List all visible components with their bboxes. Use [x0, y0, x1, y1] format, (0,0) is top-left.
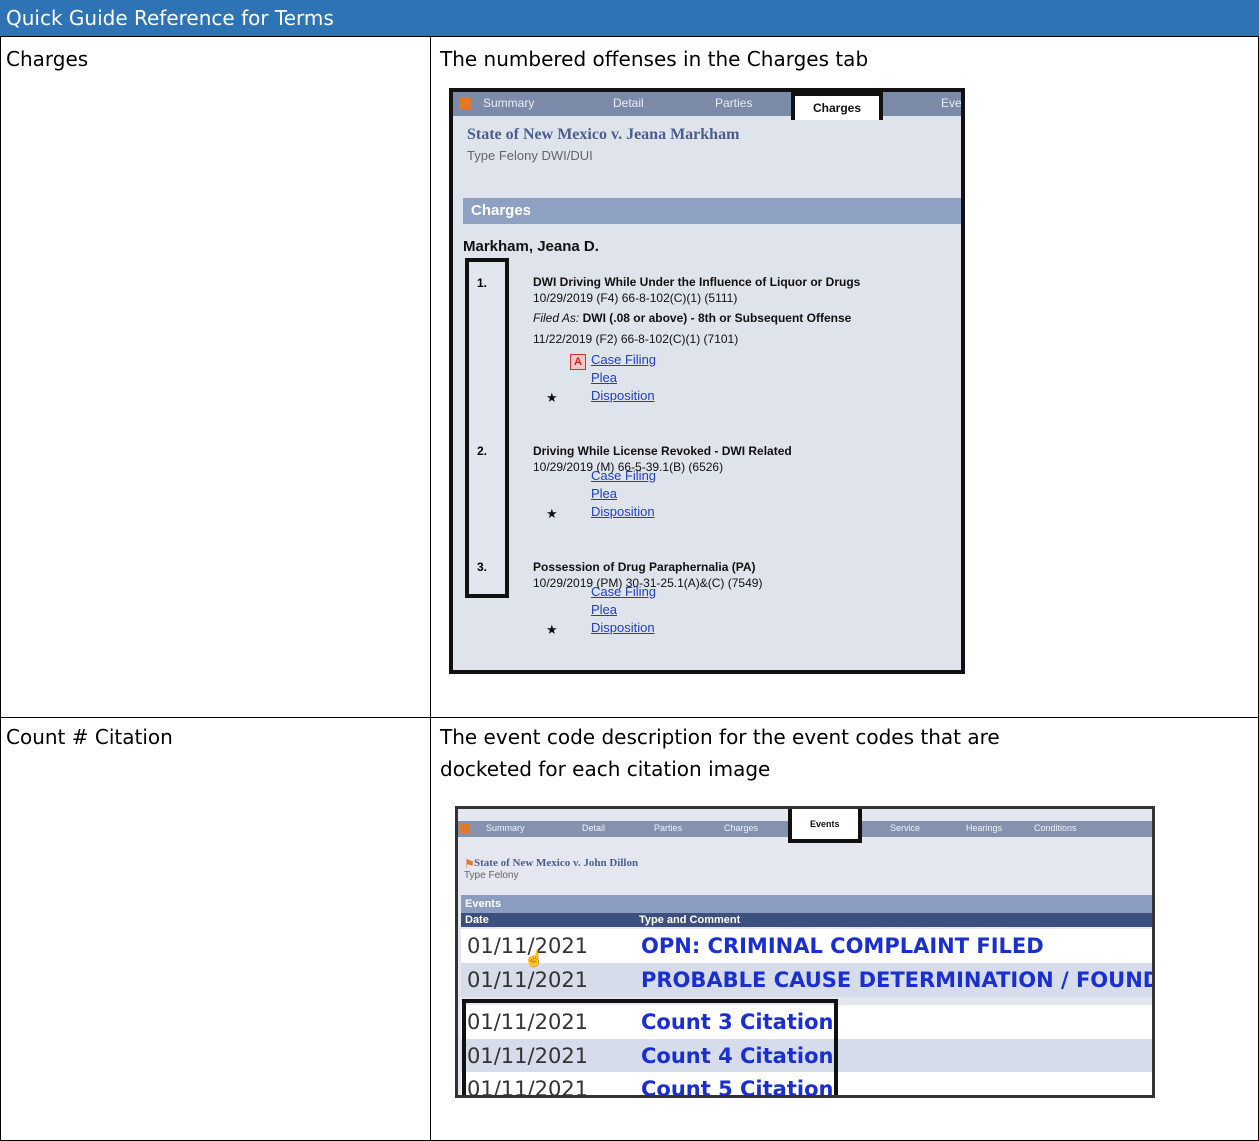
plea-link[interactable]: Plea — [591, 486, 617, 501]
amended-icon: A — [570, 354, 586, 370]
tab-charges[interactable]: Charges — [724, 823, 758, 833]
event-desc: OPN: CRIMINAL COMPLAINT FILED — [641, 934, 1044, 958]
case-title: State of New Mexico v. Jeana Markham — [467, 126, 740, 143]
case-filing-link[interactable]: Case Filing — [591, 352, 656, 367]
type-value: Felony — [488, 870, 519, 881]
tab-service[interactable]: Service — [890, 823, 920, 833]
event-row[interactable]: 01/11/2021 OPN: CRIMINAL COMPLAINT FILED — [461, 929, 1152, 963]
tab-events[interactable]: Eve — [941, 96, 961, 110]
table-border-left — [0, 36, 1, 1141]
filed-as-label: Filed As: — [533, 311, 580, 325]
tab-summary[interactable]: Summary — [483, 96, 534, 110]
flag-icon — [460, 824, 469, 833]
filed-as-value: DWI (.08 or above) - 8th or Subsequent O… — [582, 311, 852, 325]
charge-detail: 10/29/2019 (F4) 66-8-102(C)(1) (5111) — [533, 291, 738, 305]
tab-hearings[interactable]: Hearings — [966, 823, 1002, 833]
case-type: Type Felony DWI/DUI — [467, 148, 593, 163]
type-label: Type — [464, 870, 486, 881]
charge-number: 3. — [477, 560, 488, 574]
case-filing-link[interactable]: Case Filing — [591, 584, 656, 599]
tab-conditions[interactable]: Conditions — [1034, 823, 1077, 833]
citation-highlight — [462, 999, 838, 1095]
disposition-link[interactable]: Disposition — [591, 620, 655, 635]
section-bar: Charges — [463, 198, 961, 224]
col-type: Type and Comment — [639, 914, 741, 926]
charge-number: 1. — [477, 276, 488, 290]
definition-count-citation-line1: The event code description for the event… — [440, 725, 1000, 749]
tab-events[interactable]: Events — [788, 809, 862, 843]
row-divider — [0, 36, 1259, 37]
column-divider — [430, 36, 431, 1141]
disposition-link[interactable]: Disposition — [591, 388, 655, 403]
tab-detail[interactable]: Detail — [582, 823, 605, 833]
charge-title: Possession of Drug Paraphernalia (PA) — [533, 560, 756, 574]
tab-detail[interactable]: Detail — [613, 96, 644, 110]
charge-number-highlight — [465, 258, 509, 598]
charges-screenshot: Summary Detail Parties Charges Eve State… — [449, 88, 965, 674]
type-value: Felony DWI/DUI — [498, 148, 593, 163]
case-filing-link[interactable]: Case Filing — [591, 468, 656, 483]
flag-icon — [459, 97, 471, 109]
star-icon: ★ — [546, 622, 558, 637]
type-label: Type — [467, 148, 496, 163]
definition-count-citation-line2: docketed for each citation image — [440, 757, 771, 781]
table-header: Quick Guide Reference for Terms — [0, 0, 1259, 36]
tab-summary[interactable]: Summary — [486, 823, 525, 833]
disposition-link[interactable]: Disposition — [591, 504, 655, 519]
cursor-icon: ☝ — [524, 951, 544, 968]
charge-title: DWI Driving While Under the Influence of… — [533, 275, 861, 289]
plea-link[interactable]: Plea — [591, 370, 617, 385]
tab-parties[interactable]: Parties — [654, 823, 682, 833]
case-type: Type Felony — [464, 870, 518, 881]
plea-link[interactable]: Plea — [591, 602, 617, 617]
definition-charges: The numbered offenses in the Charges tab — [440, 47, 869, 71]
event-desc: PROBABLE CAUSE DETERMINATION / FOUND — [641, 968, 1155, 992]
term-count-citation: Count # Citation — [6, 725, 173, 749]
section-bar: Events — [461, 895, 1152, 913]
column-header: Date Type and Comment — [461, 913, 1152, 927]
tab-bar: Summary Detail Parties Charges Events Se… — [458, 809, 1152, 843]
events-screenshot: Summary Detail Parties Charges Events Se… — [455, 806, 1155, 1098]
tab-bar: Summary Detail Parties Charges Eve — [453, 92, 961, 120]
charge-number: 2. — [477, 444, 488, 458]
star-icon: ★ — [546, 506, 558, 521]
charge-filed-detail: 11/22/2019 (F2) 66-8-102(C)(1) (7101) — [533, 332, 739, 346]
col-date: Date — [465, 914, 489, 926]
party-name: Markham, Jeana D. — [463, 238, 599, 255]
row-divider — [0, 717, 1259, 718]
tab-charges[interactable]: Charges — [791, 92, 884, 120]
tab-parties[interactable]: Parties — [715, 96, 752, 110]
case-title: State of New Mexico v. John Dillon — [474, 857, 639, 869]
event-row[interactable]: 01/11/2021 PROBABLE CAUSE DETERMINATION … — [461, 963, 1152, 997]
star-icon: ★ — [546, 390, 558, 405]
term-charges: Charges — [6, 47, 89, 71]
charge-title: Driving While License Revoked - DWI Rela… — [533, 444, 792, 458]
reference-table: Quick Guide Reference for Terms Charges … — [0, 0, 1259, 1141]
charge-filed-as: Filed As: DWI (.08 or above) - 8th or Su… — [533, 311, 851, 325]
